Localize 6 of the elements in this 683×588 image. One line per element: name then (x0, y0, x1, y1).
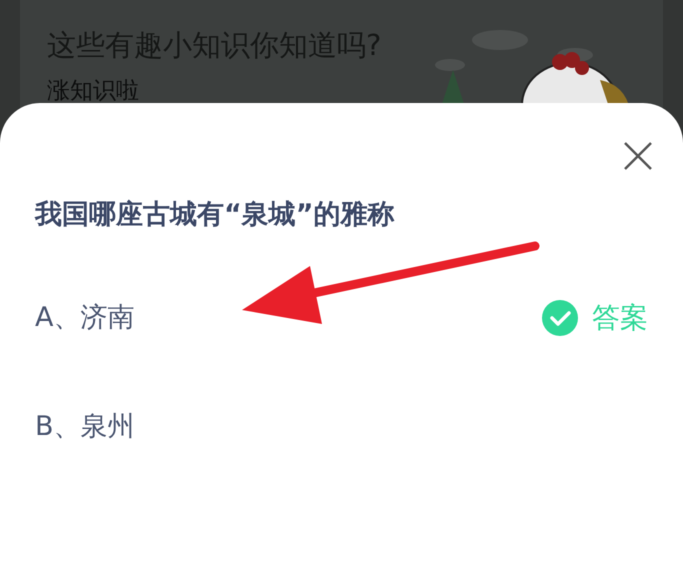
answer-label: 答案 (592, 300, 648, 336)
check-icon (542, 300, 578, 336)
option-text[interactable]: B、泉州 (35, 406, 135, 448)
option-text[interactable]: A、济南 (35, 298, 134, 338)
question-text: 我国哪座古城有“泉城”的雅称 (35, 198, 394, 232)
close-icon[interactable] (623, 141, 653, 171)
